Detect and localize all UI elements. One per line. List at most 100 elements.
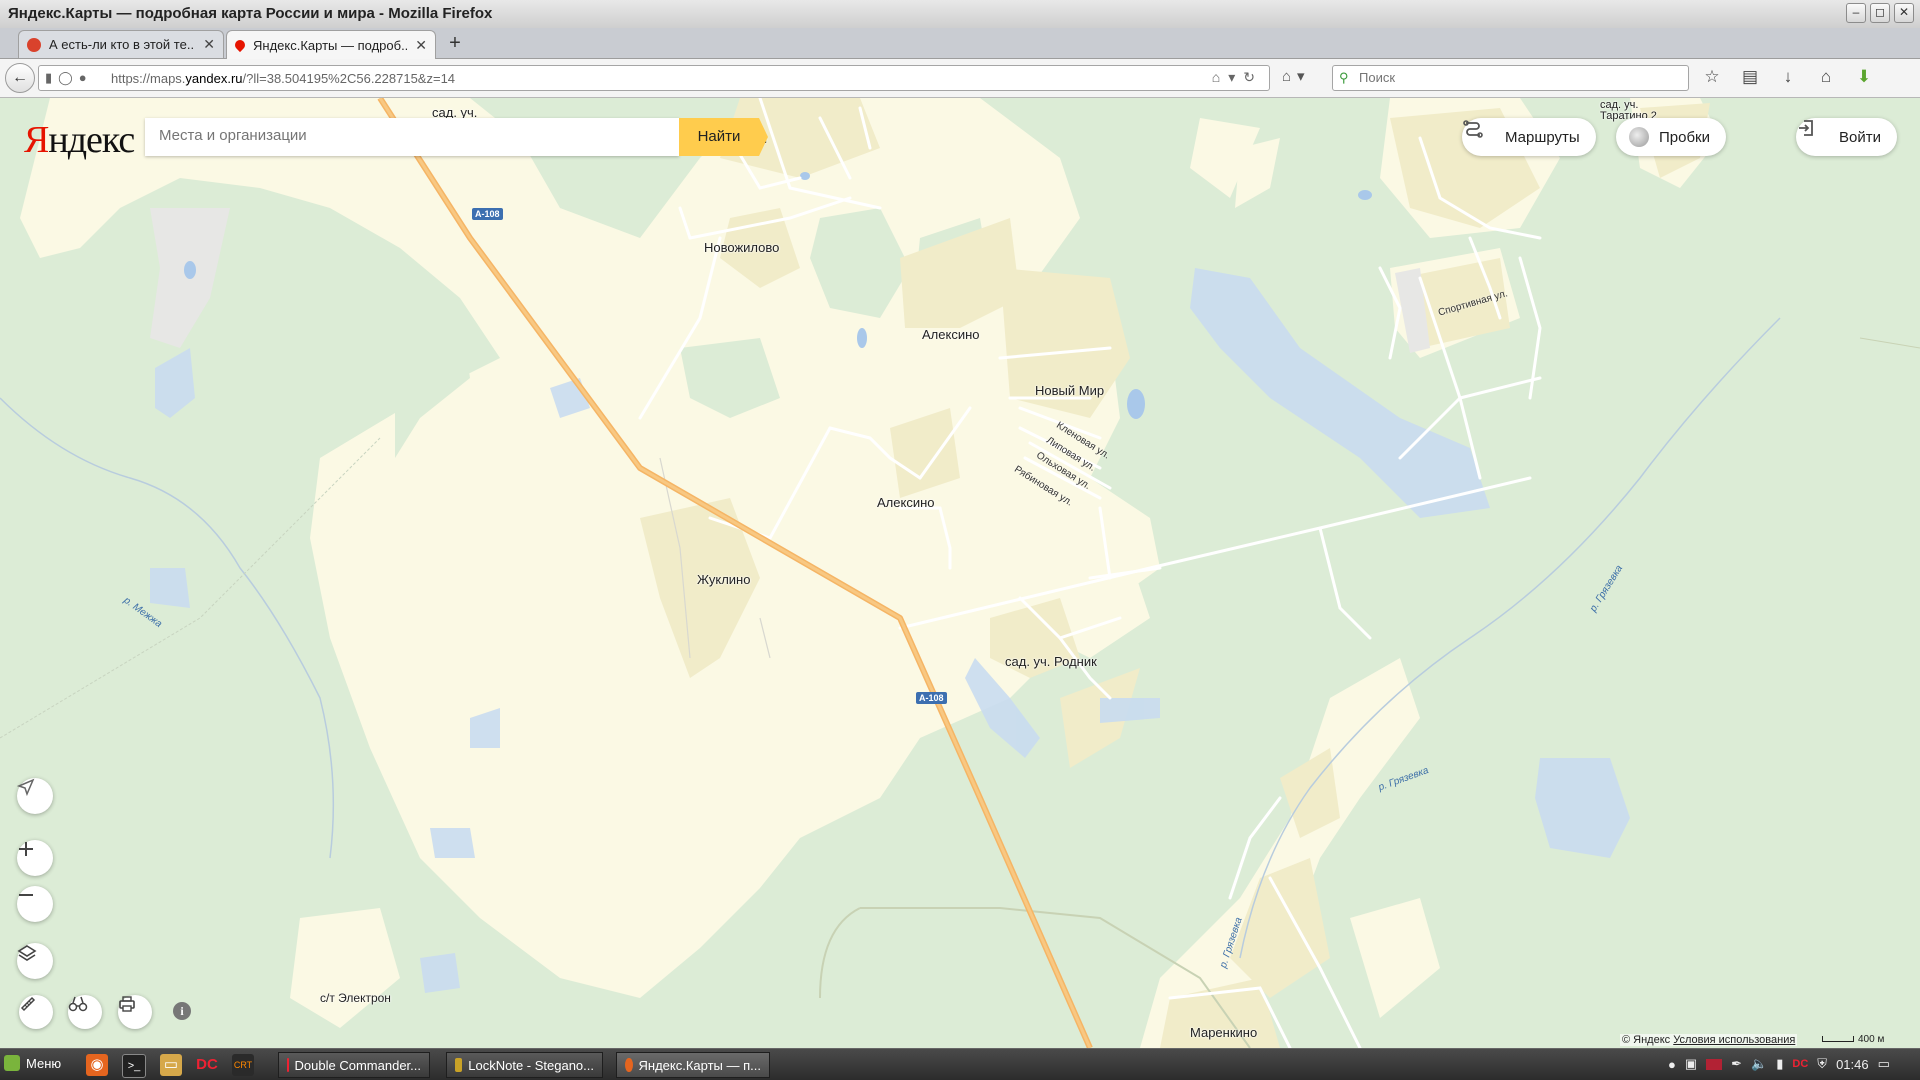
- layers-button[interactable]: [17, 943, 53, 979]
- notification-icon[interactable]: ▭: [1878, 1056, 1890, 1072]
- routes-button[interactable]: Маршруты: [1462, 118, 1596, 156]
- routes-label: Маршруты: [1505, 128, 1580, 146]
- url-prefix: https://maps.: [111, 71, 186, 86]
- screen: Яндекс.Карты — подробная карта России и …: [0, 0, 1920, 1080]
- battery-icon[interactable]: ▮: [1776, 1056, 1783, 1072]
- zoom-out-button[interactable]: [17, 886, 53, 922]
- map-tiles: [0, 98, 1920, 1048]
- task-firefox[interactable]: Яндекс.Карты — п...: [616, 1052, 770, 1078]
- task-double-commander[interactable]: Double Commander...: [278, 1052, 430, 1078]
- map-pin-favicon-icon: [232, 37, 248, 53]
- navigation-bar: ← ▮◯● https://maps.yandex.ru/?ll=38.5041…: [0, 59, 1920, 98]
- tab-close-icon[interactable]: ✕: [203, 36, 215, 53]
- tab-close-icon[interactable]: ✕: [415, 37, 427, 54]
- reading-list-icon[interactable]: ▤: [1738, 65, 1762, 89]
- place-label: Жуклино: [697, 572, 751, 587]
- traffic-label: Пробки: [1659, 128, 1710, 146]
- road-number-shield: А-108: [916, 692, 947, 704]
- crt-launcher-icon[interactable]: CRT: [232, 1054, 254, 1076]
- url-bar[interactable]: ▮◯● https://maps.yandex.ru/?ll=38.504195…: [38, 65, 1270, 91]
- terminal-launcher-icon[interactable]: >_: [122, 1054, 146, 1078]
- ruler-button[interactable]: [19, 995, 53, 1029]
- traffic-light-icon: [1628, 126, 1650, 148]
- location-arrow-icon: [17, 778, 35, 796]
- login-icon: [1799, 120, 1830, 148]
- place-label: Новожилово: [704, 240, 780, 255]
- panorama-button[interactable]: [68, 995, 102, 1029]
- extension-download-icon[interactable]: ⬇: [1852, 65, 1876, 89]
- double-commander-launcher-icon[interactable]: DC: [196, 1054, 218, 1076]
- traffic-button[interactable]: Пробки: [1616, 118, 1726, 156]
- url-rest: /?ll=38.504195%2C56.228715&z=14: [242, 71, 456, 86]
- mint-logo-icon: [4, 1055, 20, 1071]
- system-tray: ● ▣ ✒ 🔈 ▮ DC ⛨ 01:46 ▭: [1668, 1056, 1890, 1072]
- find-button[interactable]: Найти: [679, 118, 768, 156]
- browser-search-input[interactable]: [1357, 69, 1681, 86]
- new-tab-button[interactable]: +: [444, 32, 466, 54]
- scale-bar: [1822, 1036, 1854, 1043]
- search-engine-icon[interactable]: ⚲: [1339, 70, 1349, 86]
- browser-search-bar[interactable]: ⚲: [1332, 65, 1689, 91]
- routes-icon: [1463, 120, 1496, 148]
- firefox-icon: [625, 1058, 633, 1072]
- road-number-shield: А-108: [472, 208, 503, 220]
- start-menu-button[interactable]: Меню: [4, 1055, 61, 1071]
- map-search-input[interactable]: [157, 126, 661, 145]
- downloads-icon[interactable]: ↓: [1776, 65, 1800, 89]
- scale-label: 400 м: [1858, 1034, 1885, 1045]
- login-label: Войти: [1839, 128, 1881, 146]
- yandex-logo[interactable]: Яндекс: [24, 118, 135, 162]
- tab-label: Яндекс.Карты — подроб...: [253, 37, 408, 53]
- tab-yandex-maps[interactable]: Яндекс.Карты — подроб... ✕: [226, 30, 436, 59]
- reload-icon[interactable]: ⌂▾↻: [1212, 69, 1263, 86]
- tab-strip: А есть-ли кто в этой те... ✕ Яндекс.Карт…: [0, 28, 1920, 59]
- scale-ruler: 400 м: [1822, 1034, 1884, 1045]
- os-taskbar: Меню ◉ >_ ▭ DC CRT Double Commander... L…: [0, 1048, 1920, 1080]
- map-canvas[interactable]: сад. уч. Новожилово Алексино Новый Мир А…: [0, 98, 1920, 1048]
- binoculars-icon: [68, 996, 88, 1012]
- maximize-button[interactable]: ◻: [1870, 3, 1890, 23]
- place-label: сад. уч. Родник: [1005, 654, 1097, 669]
- home-icon[interactable]: ⌂: [1814, 65, 1838, 89]
- task-locknote[interactable]: LockNote - Stegano...: [446, 1052, 603, 1078]
- close-window-button[interactable]: ✕: [1894, 3, 1914, 23]
- user-icon[interactable]: ●: [1668, 1057, 1676, 1072]
- volume-icon[interactable]: 🔈: [1751, 1056, 1767, 1072]
- info-icon[interactable]: i: [173, 1002, 191, 1020]
- ruler-icon: [20, 996, 36, 1012]
- place-label: Маренкино: [1190, 1025, 1258, 1040]
- minus-icon: [19, 894, 33, 896]
- tab-label: А есть-ли кто в этой те...: [49, 37, 196, 52]
- folder-launcher-icon[interactable]: ▭: [160, 1054, 182, 1076]
- site-identity-icons[interactable]: ▮◯●: [45, 70, 93, 86]
- clock[interactable]: 01:46: [1836, 1057, 1869, 1072]
- print-button[interactable]: [118, 995, 152, 1029]
- keyboard-layout-flag-icon[interactable]: [1706, 1058, 1723, 1070]
- zoom-in-button[interactable]: [17, 840, 53, 876]
- task-label: LockNote - Stegano...: [468, 1057, 594, 1073]
- quick-launchers: ◉ >_ ▭ DC CRT: [86, 1054, 254, 1078]
- pen-icon[interactable]: ✒: [1731, 1056, 1742, 1072]
- place-label: с/т Электрон: [320, 991, 391, 1005]
- toolbar-icons: ☆ ▤ ↓ ⌂ ⬇ ☰: [1700, 65, 1920, 89]
- terms-link[interactable]: Условия использования: [1673, 1034, 1795, 1046]
- task-label: Double Commander...: [294, 1057, 421, 1073]
- map-copyright: © Яндекс Условия использования: [1620, 1034, 1798, 1046]
- minimize-button[interactable]: –: [1846, 3, 1866, 23]
- shield-icon[interactable]: ⛨: [1817, 1056, 1827, 1072]
- firefox-launcher-icon[interactable]: ◉: [86, 1054, 108, 1076]
- network-icon[interactable]: ▣: [1685, 1056, 1697, 1072]
- home-dropdown-icon[interactable]: ⌂▾: [1282, 67, 1311, 85]
- window-titlebar: Яндекс.Карты — подробная карта России и …: [0, 0, 1920, 29]
- url-domain: yandex.ru: [185, 71, 243, 86]
- map-search-box[interactable]: [145, 118, 679, 156]
- login-button[interactable]: Войти: [1796, 118, 1897, 156]
- bookmark-star-icon[interactable]: ☆: [1700, 65, 1724, 89]
- forum-favicon-icon: [27, 37, 41, 52]
- tab-forum[interactable]: А есть-ли кто в этой те... ✕: [18, 30, 224, 58]
- geolocation-button[interactable]: [17, 778, 53, 814]
- layers-icon: [17, 945, 37, 961]
- back-button[interactable]: ←: [5, 63, 35, 93]
- place-label: Алексино: [877, 495, 935, 510]
- tray-dc-icon[interactable]: DC: [1792, 1058, 1808, 1070]
